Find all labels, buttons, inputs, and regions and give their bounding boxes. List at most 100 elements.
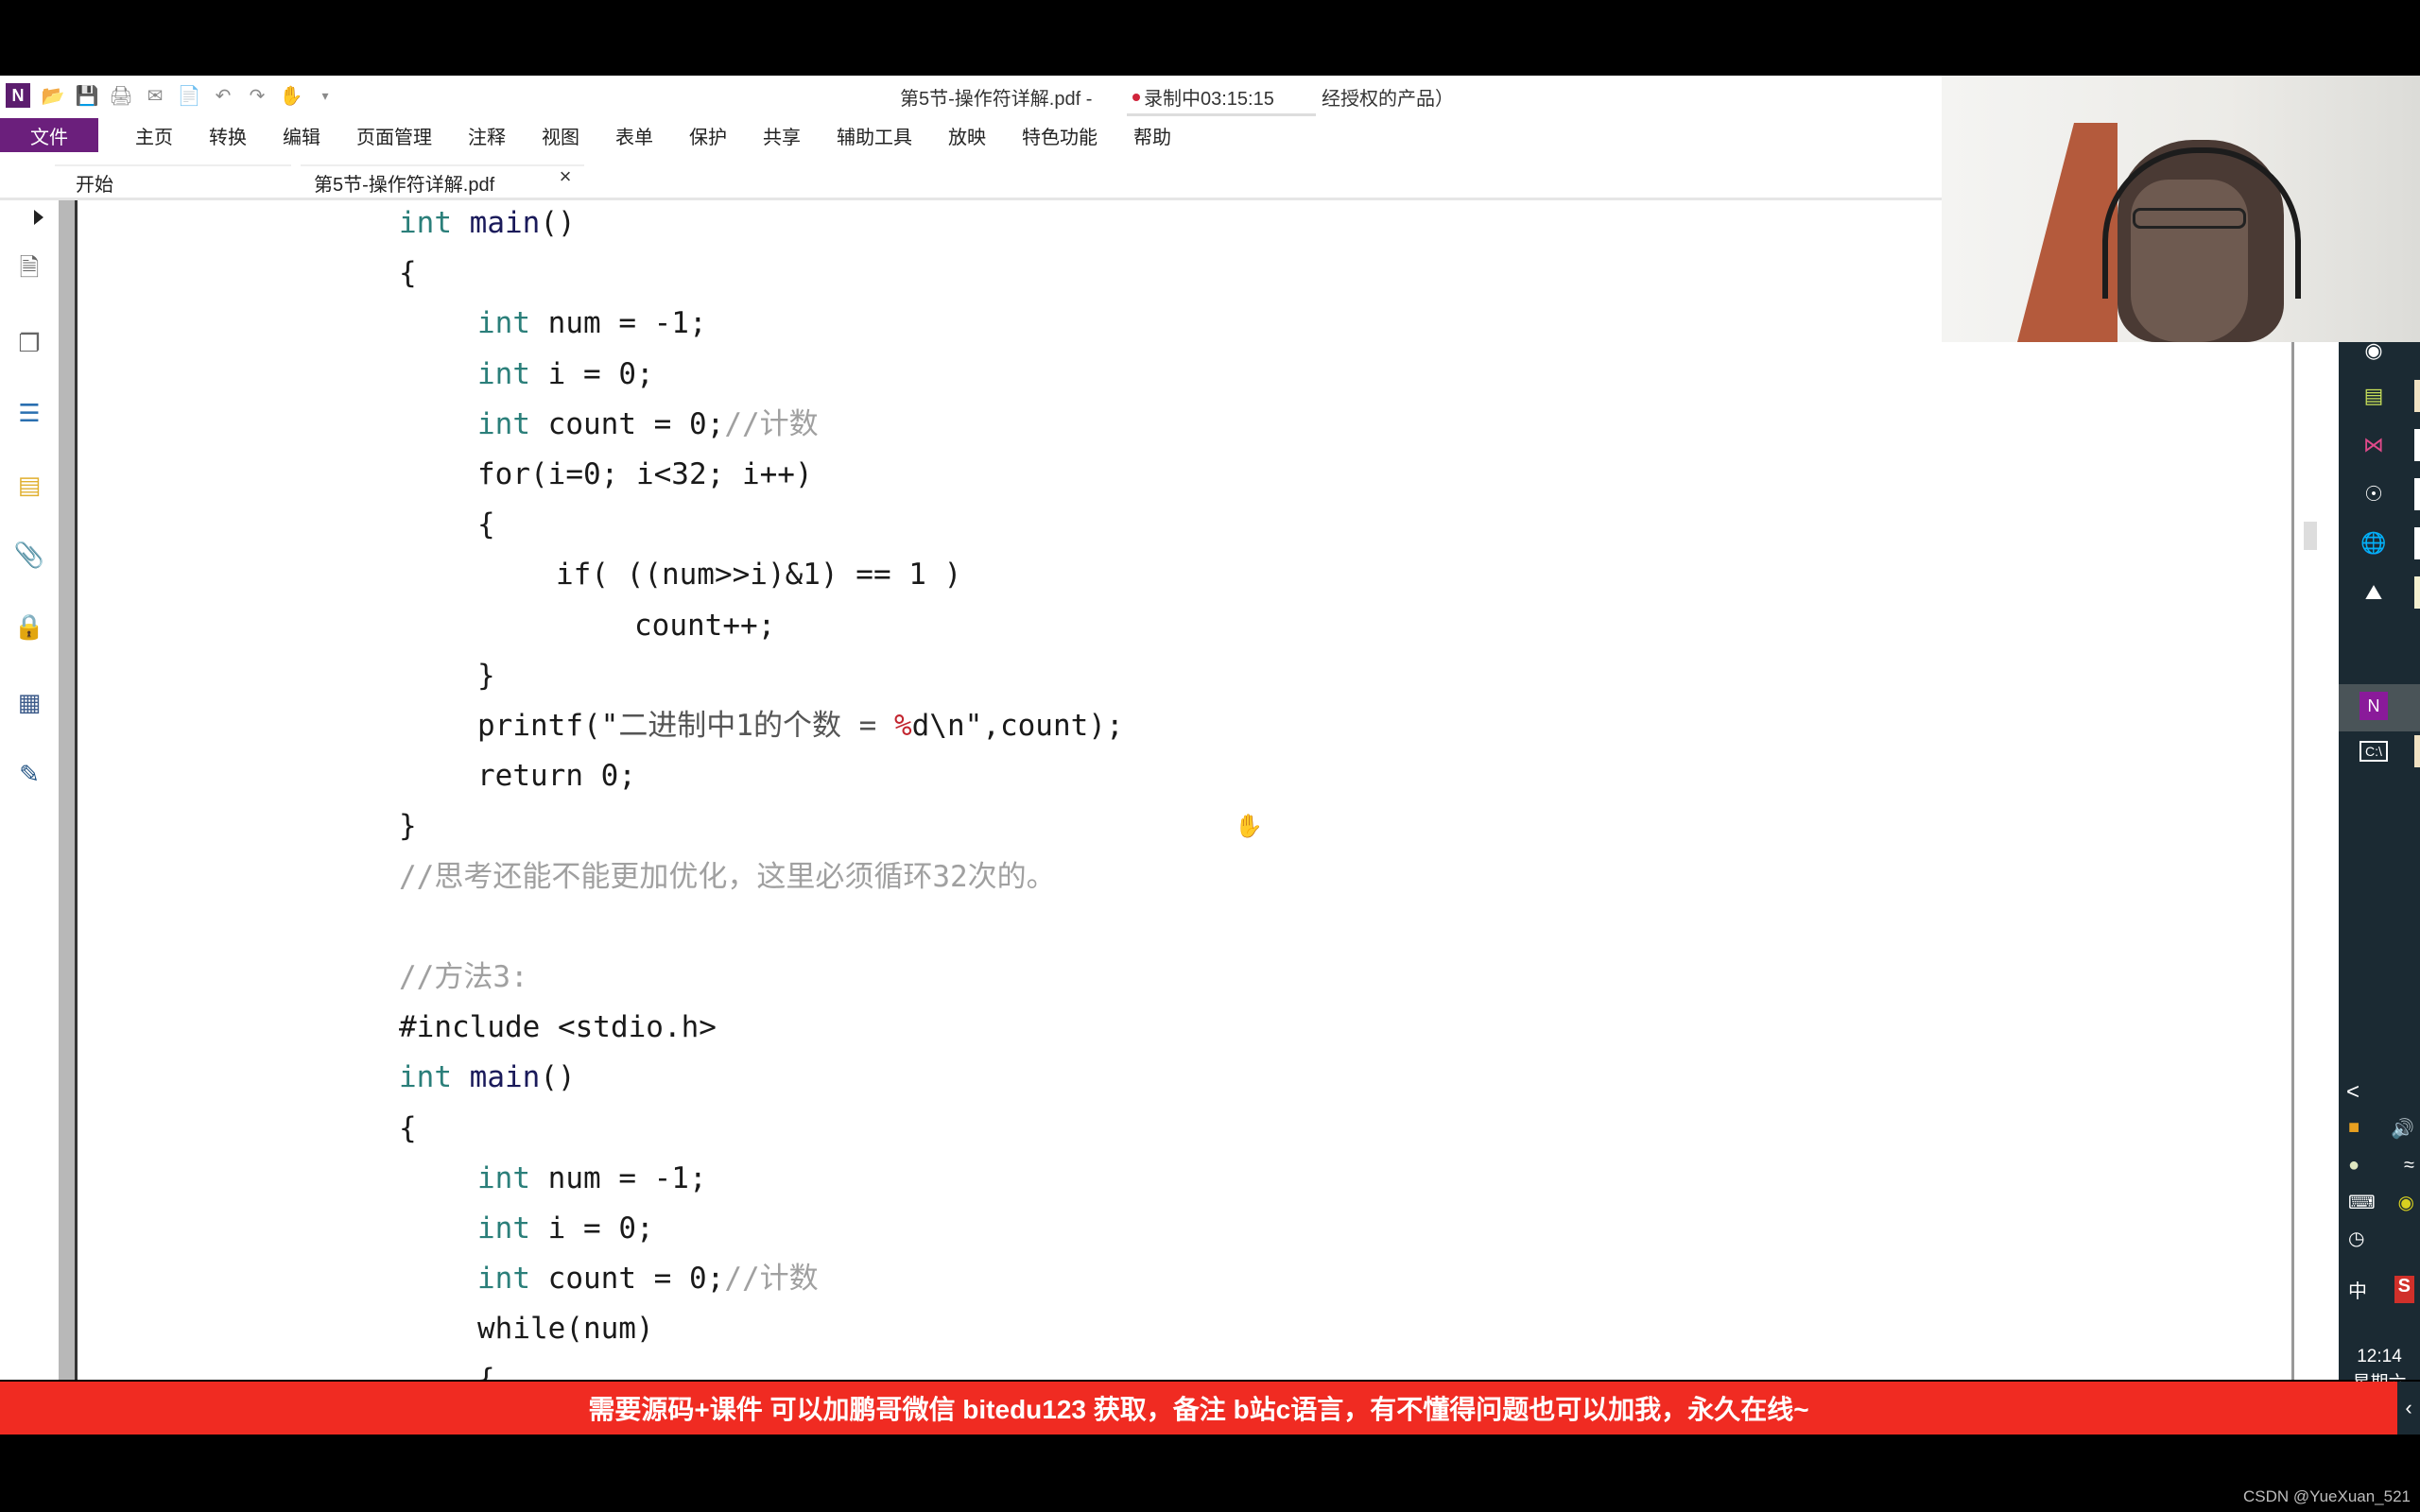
menu-convert[interactable]: 转换 xyxy=(191,122,265,149)
print-icon[interactable]: 🖨 xyxy=(109,84,132,107)
visual-studio-icon[interactable]: ⋈ xyxy=(2358,429,2390,461)
save-icon[interactable]: 💾 xyxy=(76,84,99,107)
menu-form[interactable]: 表单 xyxy=(597,122,671,149)
menu-accessibility-tools[interactable]: 辅助工具 xyxy=(819,122,930,149)
console-icon[interactable]: C:\ xyxy=(2360,741,2388,762)
code-line: int main() xyxy=(399,204,576,242)
taskbar-indicator xyxy=(2414,576,2420,609)
code-line: int i = 0; xyxy=(477,355,654,393)
photos-icon[interactable]: ⛰ xyxy=(2358,576,2390,609)
menu-special-features[interactable]: 特色功能 xyxy=(1004,122,1115,149)
code-token: () xyxy=(540,1060,576,1095)
code-keyword: int xyxy=(477,356,530,391)
music-icon[interactable]: ☉ xyxy=(2358,478,2390,510)
tray-green-icon[interactable]: ◉ xyxy=(2398,1191,2414,1214)
input-method-label[interactable]: 中 xyxy=(2348,1276,2367,1303)
code-keyword: int xyxy=(477,406,530,441)
code-comment: //计数 xyxy=(724,1262,819,1297)
browser-icon[interactable]: ◉ xyxy=(2358,335,2390,367)
pdf-editor-window: N 📂 💾 🖨 ✉ 📄 ↶ ↷ ✋ ▾ 第5节-操作符详解.pdf - 录制中0… xyxy=(0,76,2420,1419)
code-token: { xyxy=(477,1362,495,1380)
security-icon[interactable]: 🔒 xyxy=(13,610,45,643)
code-line: printf("二进制中1的个数 = %d\n",count); xyxy=(477,707,1124,745)
scrollbar-thumb[interactable] xyxy=(2304,522,2317,550)
pdf-editor-icon[interactable]: N xyxy=(2360,692,2388,720)
code-token: if( ((num>>i)&1) == 1 ) xyxy=(556,558,962,593)
taskbar-indicator xyxy=(2414,478,2420,510)
close-tab-icon[interactable]: × xyxy=(554,164,577,189)
menu-edit[interactable]: 编辑 xyxy=(265,122,338,149)
recording-time: 录制中03:15:15 xyxy=(1144,89,1274,110)
code-line: int count = 0;//计数 xyxy=(477,405,819,443)
code-token: main xyxy=(469,206,541,240)
code-token: () xyxy=(540,206,576,240)
open-folder-icon[interactable]: 📂 xyxy=(42,84,65,107)
menu-comment[interactable]: 注释 xyxy=(450,122,524,149)
tray-row: 中 S xyxy=(2348,1276,2414,1303)
tab-start[interactable]: 开始 xyxy=(55,164,291,198)
menu-view[interactable]: 视图 xyxy=(524,122,597,149)
tab-document[interactable]: 第5节-操作符详解.pdf xyxy=(301,164,584,198)
pages-icon[interactable]: ❐ xyxy=(13,327,45,359)
tray-app-icon[interactable]: ■ xyxy=(2348,1117,2360,1141)
page-thumbnail-icon[interactable]: 🗎 xyxy=(13,253,45,287)
comments-icon[interactable]: ▤ xyxy=(13,469,45,501)
sogou-icon[interactable]: S xyxy=(2394,1276,2414,1303)
code-keyword: int xyxy=(477,1160,530,1195)
code-line: { xyxy=(399,1109,417,1147)
code-line: if( ((num>>i)&1) == 1 ) xyxy=(556,556,961,593)
attachment-icon[interactable]: 📎 xyxy=(13,539,45,571)
file-manager-icon[interactable]: ▤ xyxy=(2358,380,2390,412)
form-icon[interactable]: ▦ xyxy=(13,686,45,718)
recording-dot-icon xyxy=(1132,93,1140,101)
code-line: int num = -1; xyxy=(477,304,707,342)
signature-icon[interactable]: ✎ xyxy=(13,758,45,790)
menu-slideshow[interactable]: 放映 xyxy=(930,122,1004,149)
code-token: { xyxy=(399,1110,417,1145)
code-line: for(i=0; i<32; i++) xyxy=(477,455,813,493)
panel-splitter[interactable] xyxy=(59,200,78,1380)
code-token: count = 0; xyxy=(530,406,725,441)
code-keyword: int xyxy=(477,1262,530,1297)
expand-panel-icon[interactable] xyxy=(34,210,43,225)
taskbar-indicator xyxy=(2414,527,2420,559)
hand-tool-icon[interactable]: ✋ xyxy=(280,84,303,107)
tray-row: ◷ xyxy=(2348,1227,2414,1250)
ribbon-menu: 文件 主页 转换 编辑 页面管理 注释 视图 表单 保护 共享 辅助工具 放映 … xyxy=(0,117,1947,153)
quick-access-toolbar: N 📂 💾 🖨 ✉ 📄 ↶ ↷ ✋ ▾ xyxy=(6,83,337,108)
keyboard-icon[interactable]: ⌨ xyxy=(2348,1191,2376,1214)
menu-page-management[interactable]: 页面管理 xyxy=(338,122,450,149)
code-line: } xyxy=(399,807,417,845)
code-token: main xyxy=(469,1060,541,1095)
tray-expand-icon[interactable]: < xyxy=(2346,1079,2360,1106)
undo-icon[interactable]: ↶ xyxy=(212,84,234,107)
vertical-scrollbar[interactable] xyxy=(2291,200,2318,1380)
customize-dropdown-icon[interactable]: ▾ xyxy=(314,84,337,107)
tray-clock-icon[interactable]: ◷ xyxy=(2348,1227,2364,1250)
network-globe-icon[interactable]: 🌐 xyxy=(2358,527,2390,559)
code-token: } xyxy=(399,809,417,844)
wechat-icon[interactable]: ● xyxy=(2348,1155,2360,1177)
code-line: int main() xyxy=(399,1058,576,1096)
menu-share[interactable]: 共享 xyxy=(745,122,819,149)
email-icon[interactable]: ✉ xyxy=(144,84,166,107)
hand-cursor-icon: ✋ xyxy=(1235,814,1263,839)
redo-icon[interactable]: ↷ xyxy=(246,84,268,107)
menu-help[interactable]: 帮助 xyxy=(1115,122,1189,149)
navigation-panel: 🗎 ❐ ☰ ▤ 📎 🔒 ▦ ✎ xyxy=(0,200,59,1380)
code-line: int count = 0;//计数 xyxy=(477,1260,819,1297)
menu-home[interactable]: 主页 xyxy=(117,122,191,149)
clock-time: 12:14 xyxy=(2357,1347,2402,1366)
code-line: count++; xyxy=(634,607,775,644)
menu-file[interactable]: 文件 xyxy=(0,118,98,152)
taskbar-indicator xyxy=(2414,380,2420,412)
menu-protect[interactable]: 保护 xyxy=(671,122,745,149)
code-line: { xyxy=(399,254,417,292)
webcam-overlay xyxy=(1942,76,2420,342)
code-token: % xyxy=(893,709,912,743)
volume-icon[interactable]: 🔊 xyxy=(2391,1117,2414,1141)
new-document-icon[interactable]: 📄 xyxy=(178,84,201,107)
layers-icon[interactable]: ☰ xyxy=(13,397,45,429)
wifi-icon[interactable]: ≈ xyxy=(2404,1155,2414,1177)
code-line: } xyxy=(477,657,495,695)
